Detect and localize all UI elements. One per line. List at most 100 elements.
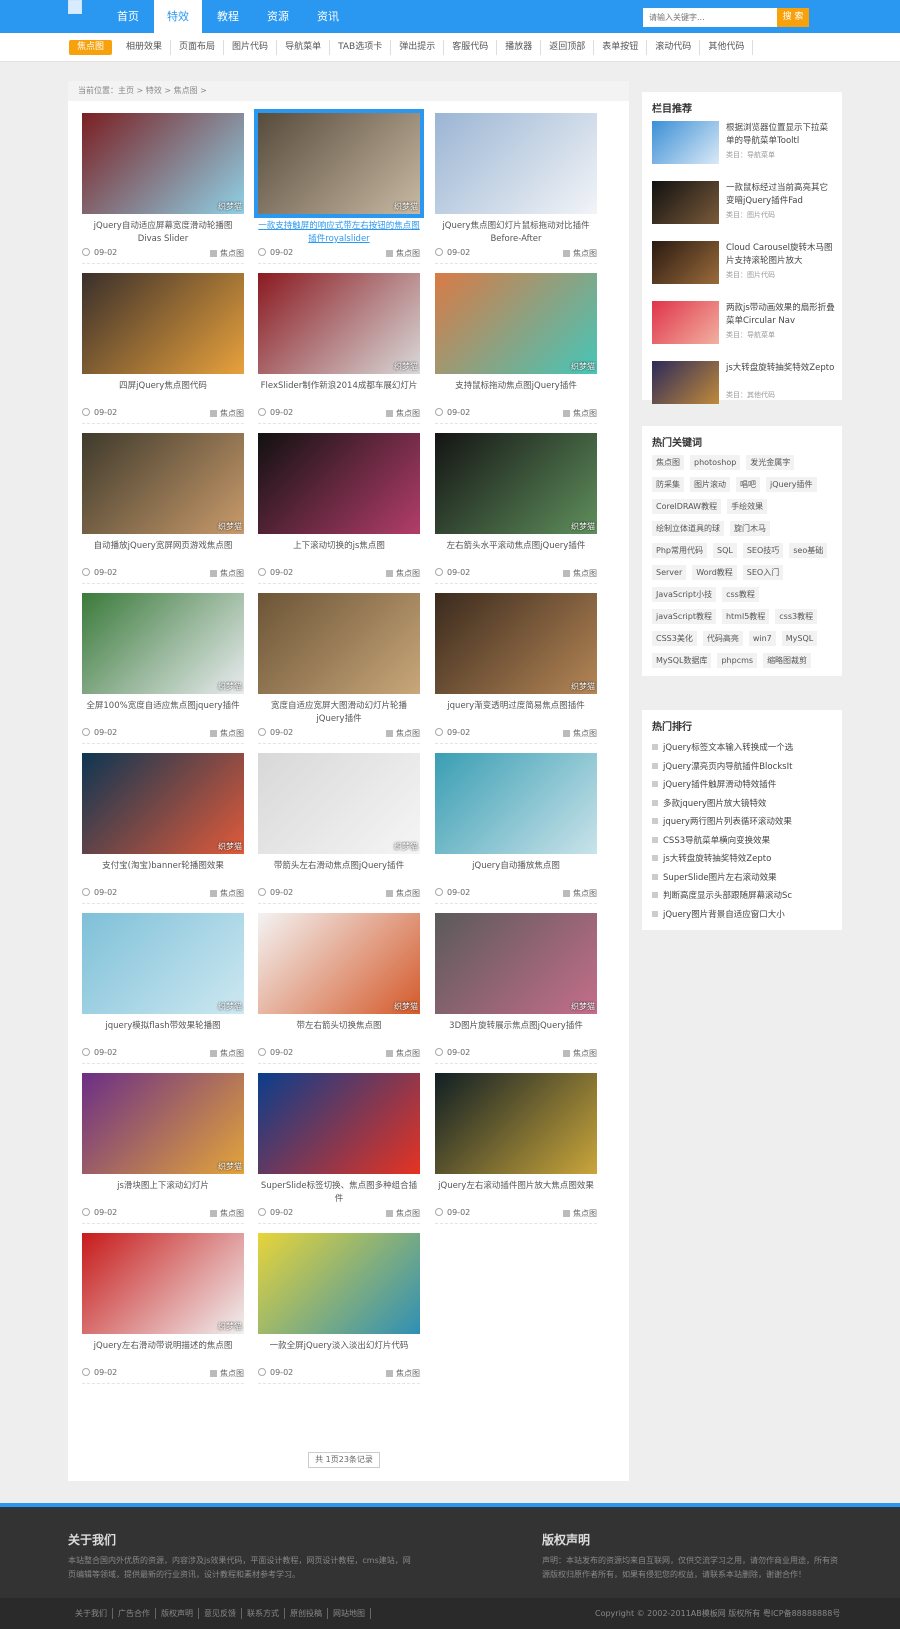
rank-item[interactable]: CSS3导航菜单横向变换效果: [652, 832, 834, 851]
keyword-tag[interactable]: Php常用代码: [652, 543, 707, 558]
effect-card[interactable]: 织梦猫 jquery渐变透明过度简易焦点图插件 09-02 焦点图: [435, 593, 597, 744]
card-category[interactable]: 焦点图: [386, 248, 420, 259]
recommend-title[interactable]: 两款js带动画效果的扇形折叠菜单Circular Nav: [726, 302, 836, 328]
pagination[interactable]: 共 1页23条记录: [308, 1452, 380, 1468]
subnav-item[interactable]: TAB选项卡: [330, 40, 392, 55]
effect-card[interactable]: 宽度自适应宽屏大图滑动幻灯片轮播jQuery插件 09-02 焦点图: [258, 593, 420, 744]
card-title[interactable]: jQuery自动播放焦点图: [435, 860, 597, 886]
card-category[interactable]: 焦点图: [563, 1048, 597, 1059]
card-thumbnail[interactable]: 织梦猫: [435, 433, 597, 534]
effect-card[interactable]: 织梦猫 支持鼠标拖动焦点图jQuery插件 09-02 焦点图: [435, 273, 597, 424]
card-thumbnail[interactable]: [258, 433, 420, 534]
card-category[interactable]: 焦点图: [210, 568, 244, 579]
nav-item[interactable]: 资讯: [304, 0, 352, 33]
keyword-tag[interactable]: SEO入门: [742, 565, 784, 580]
keyword-tag[interactable]: win7: [748, 631, 776, 646]
card-title[interactable]: 支持鼠标拖动焦点图jQuery插件: [435, 380, 597, 406]
recommend-item[interactable]: js大转盘旋转抽奖特效Zepto 类目：其他代码: [642, 361, 842, 421]
keyword-tag[interactable]: 绘制立体道具的球: [652, 521, 724, 536]
nav-item[interactable]: 资源: [254, 0, 302, 33]
keyword-tag[interactable]: css3教程: [775, 609, 818, 624]
card-category[interactable]: 焦点图: [210, 1048, 244, 1059]
effect-card[interactable]: 织梦猫 自动播放jQuery宽屏网页游戏焦点图 09-02 焦点图: [82, 433, 244, 584]
card-title[interactable]: jQuery左右滑动带说明描述的焦点图: [82, 1340, 244, 1366]
effect-card[interactable]: 四屏jQuery焦点图代码 09-02 焦点图: [82, 273, 244, 424]
keyword-tag[interactable]: 手绘效果: [727, 499, 768, 514]
keyword-tag[interactable]: seo基础: [789, 543, 828, 558]
logo-image[interactable]: [68, 0, 82, 14]
card-thumbnail[interactable]: 织梦猫: [82, 433, 244, 534]
effect-card[interactable]: 织梦猫 jQuery左右滑动带说明描述的焦点图 09-02 焦点图: [82, 1233, 244, 1384]
subnav-item[interactable]: 相册效果: [118, 40, 172, 55]
card-title[interactable]: 左右箭头水平滚动焦点图jQuery插件: [435, 540, 597, 566]
rank-item[interactable]: SuperSlide图片左右滚动效果: [652, 869, 834, 888]
recommend-item[interactable]: 根据浏览器位置显示下拉菜单的导航菜单Tooltl 类目：导航菜单: [642, 121, 842, 181]
effect-card[interactable]: 织梦猫 js滑块图上下滚动幻灯片 09-02 焦点图: [82, 1073, 244, 1224]
nav-item[interactable]: 教程: [204, 0, 252, 33]
keyword-tag[interactable]: Server: [652, 565, 687, 580]
card-thumbnail[interactable]: [258, 1233, 420, 1334]
recommend-thumbnail[interactable]: [652, 241, 719, 284]
footer-link[interactable]: 网站地图: [328, 1608, 371, 1619]
recommend-title[interactable]: Cloud Carousel旋转木马图片支持滚轮图片放大: [726, 242, 836, 268]
card-category[interactable]: 焦点图: [210, 1208, 244, 1219]
keyword-tag[interactable]: SQL: [712, 543, 737, 558]
rank-item[interactable]: jquery两行图片列表循环滚动效果: [652, 813, 834, 832]
card-category[interactable]: 焦点图: [210, 888, 244, 899]
effect-card[interactable]: 上下滚动切换的js焦点图 09-02 焦点图: [258, 433, 420, 584]
subnav-item[interactable]: 导航菜单: [277, 40, 331, 55]
effect-card[interactable]: 织梦猫 左右箭头水平滚动焦点图jQuery插件 09-02 焦点图: [435, 433, 597, 584]
subnav-item[interactable]: 页面布局: [171, 40, 225, 55]
rank-item[interactable]: js大转盘旋转抽奖特效Zepto: [652, 850, 834, 869]
effect-card[interactable]: jQuery焦点图幻灯片鼠标拖动对比插件Before-After 09-02 焦点图: [435, 113, 597, 264]
keyword-tag[interactable]: jQuery插件: [766, 477, 817, 492]
subnav-item[interactable]: 客服代码: [444, 40, 498, 55]
footer-link[interactable]: 版权声明: [156, 1608, 199, 1619]
keyword-tag[interactable]: photoshop: [690, 455, 741, 470]
subnav-item[interactable]: 弹出提示: [391, 40, 445, 55]
card-thumbnail[interactable]: [435, 1073, 597, 1174]
recommend-thumbnail[interactable]: [652, 361, 719, 404]
search-input[interactable]: [643, 8, 777, 27]
footer-link[interactable]: 广告合作: [113, 1608, 156, 1619]
card-title[interactable]: 自动播放jQuery宽屏网页游戏焦点图: [82, 540, 244, 566]
subnav-item[interactable]: 其他代码: [700, 40, 754, 55]
rank-item[interactable]: jQuery插件触屏滑动特效插件: [652, 776, 834, 795]
rank-item[interactable]: 判断高度显示头部跟随屏幕滚动Sc: [652, 887, 834, 906]
keyword-tag[interactable]: MySQL: [781, 631, 818, 646]
subnav-item[interactable]: 焦点图: [69, 40, 113, 55]
card-title[interactable]: 带箭头左右滑动焦点图jQuery插件: [258, 860, 420, 886]
nav-item[interactable]: 首页: [104, 0, 152, 33]
card-title[interactable]: 上下滚动切换的js焦点图: [258, 540, 420, 566]
card-title[interactable]: jQuery焦点图幻灯片鼠标拖动对比插件Before-After: [435, 220, 597, 246]
recommend-thumbnail[interactable]: [652, 301, 719, 344]
effect-card[interactable]: 织梦猫 带箭头左右滑动焦点图jQuery插件 09-02 焦点图: [258, 753, 420, 904]
card-thumbnail[interactable]: 织梦猫: [435, 273, 597, 374]
keyword-tag[interactable]: 缩略图裁剪: [763, 653, 812, 668]
card-title[interactable]: jQuery左右滚动插件图片放大焦点图效果: [435, 1180, 597, 1206]
card-category[interactable]: 焦点图: [210, 728, 244, 739]
recommend-title[interactable]: 根据浏览器位置显示下拉菜单的导航菜单Tooltl: [726, 122, 836, 148]
effect-card[interactable]: 织梦猫 FlexSlider制作新浪2014成都车展幻灯片 09-02 焦点图: [258, 273, 420, 424]
card-thumbnail[interactable]: [435, 113, 597, 214]
subnav-item[interactable]: 返回顶部: [541, 40, 595, 55]
card-title[interactable]: SuperSlide标签切换、焦点图多种组合插件: [258, 1180, 420, 1206]
keyword-tag[interactable]: html5教程: [721, 609, 770, 624]
card-category[interactable]: 焦点图: [210, 408, 244, 419]
effect-card[interactable]: 织梦猫 带左右箭头切换焦点图 09-02 焦点图: [258, 913, 420, 1064]
keyword-tag[interactable]: phpcms: [717, 653, 758, 668]
subnav-item[interactable]: 图片代码: [224, 40, 278, 55]
card-thumbnail[interactable]: [82, 273, 244, 374]
card-category[interactable]: 焦点图: [563, 568, 597, 579]
card-thumbnail[interactable]: [258, 593, 420, 694]
recommend-title[interactable]: 一款鼠标经过当前高亮其它变暗jQuery插件Fad: [726, 182, 836, 208]
card-category[interactable]: 焦点图: [563, 888, 597, 899]
effect-card[interactable]: 一款全屏jQuery淡入淡出幻灯片代码 09-02 焦点图: [258, 1233, 420, 1384]
card-title[interactable]: 四屏jQuery焦点图代码: [82, 380, 244, 406]
footer-link[interactable]: 联系方式: [242, 1608, 285, 1619]
card-category[interactable]: 焦点图: [386, 1368, 420, 1379]
keyword-tag[interactable]: 焦点图: [652, 455, 684, 470]
card-category[interactable]: 焦点图: [563, 728, 597, 739]
card-title[interactable]: 宽度自适应宽屏大图滑动幻灯片轮播jQuery插件: [258, 700, 420, 726]
effect-card[interactable]: 织梦猫 jQuery自动适应屏幕宽度滑动轮播图Divas Slider 09-02 焦…: [82, 113, 244, 264]
